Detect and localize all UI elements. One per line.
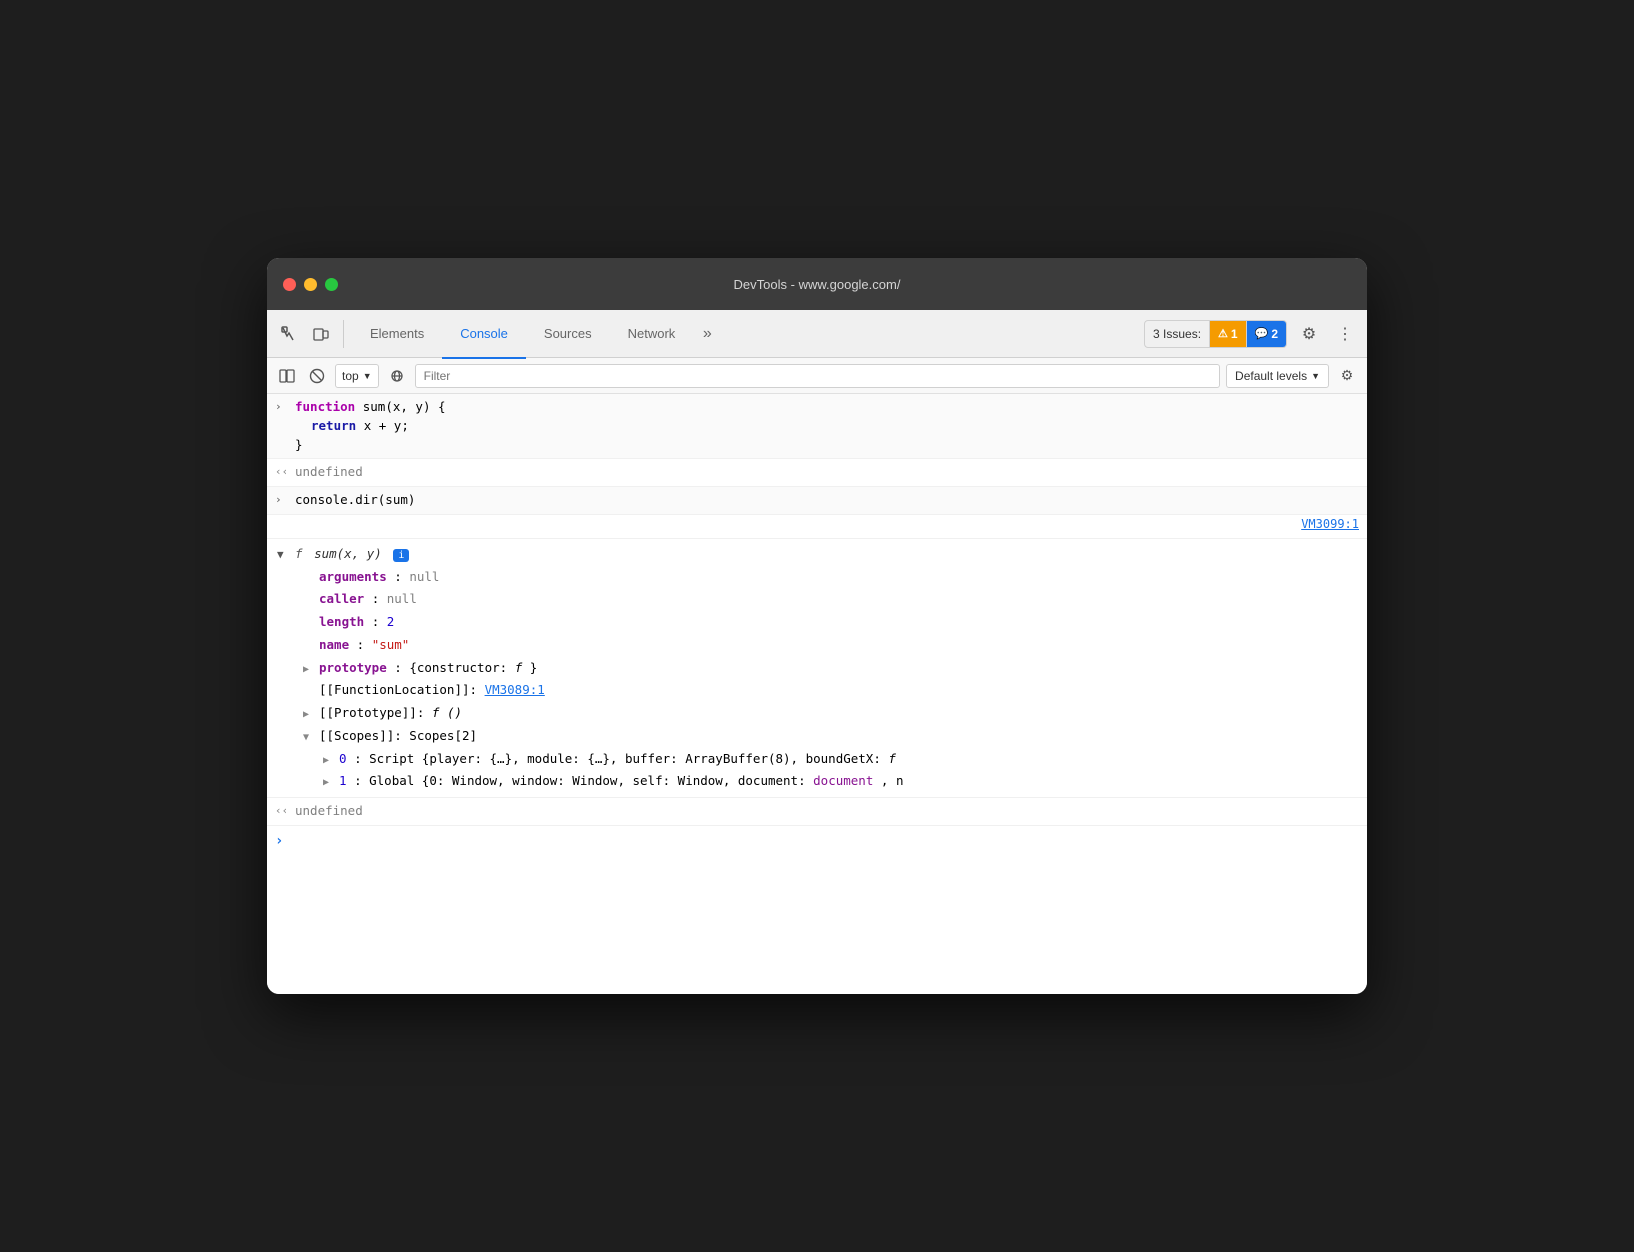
output-arrow-icon-2: ‹‹ [275,803,288,820]
console-prompt[interactable]: › [267,826,1367,838]
console-entry-undefined-2: ‹‹ undefined [267,798,1367,826]
maximize-button[interactable] [325,278,338,291]
console-entry-dir-input: › console.dir(sum) [267,487,1367,515]
live-expressions-button[interactable] [385,364,409,388]
function-code: function sum(x, y) { return x + y; } [295,398,1359,454]
msg-icon: 💬 [1255,327,1269,340]
dropdown-arrow-icon: ▼ [363,371,372,381]
scope-1-row: ▶ 1 : Global {0: Window, window: Window,… [267,770,1367,793]
levels-arrow-icon: ▼ [1311,371,1320,381]
function-object-entry: ▼ f sum(x, y) i arguments : null caller … [267,539,1367,798]
messages-count: 2 [1271,327,1278,341]
fn-signature: sum(x, y) [314,546,382,561]
fn-info-badge[interactable]: i [393,549,409,562]
console-dir-code: console.dir(sum) [295,492,415,507]
log-levels-dropdown[interactable]: Default levels ▼ [1226,364,1329,388]
more-tabs-button[interactable]: » [693,320,721,348]
devtools-window: DevTools - www.google.com/ Elements [267,258,1367,994]
close-button[interactable] [283,278,296,291]
tab-sources[interactable]: Sources [526,311,610,359]
vm3089-link[interactable]: VM3089:1 [485,682,545,697]
output-arrow-icon: ‹‹ [275,464,288,481]
more-options-button[interactable]: ⋮ [1331,320,1359,348]
fn-header-row: ▼ f sum(x, y) i [267,543,1367,566]
console-settings-button[interactable]: ⚙ [1335,364,1359,388]
issues-badge-group[interactable]: 3 Issues: ⚠ 1 💬 2 [1144,320,1287,348]
inspect-icon[interactable] [275,320,303,348]
window-title: DevTools - www.google.com/ [734,277,901,292]
console-entry-undefined-1: ‹‹ undefined [267,459,1367,487]
device-mode-icon[interactable] [307,320,335,348]
tab-network[interactable]: Network [610,311,694,359]
messages-badge: 💬 2 [1247,321,1286,347]
context-selector[interactable]: top ▼ [335,364,379,388]
sidebar-toggle-button[interactable] [275,364,299,388]
filter-input[interactable] [415,364,1220,388]
console-entry-function-input: › function sum(x, y) { return x + y; } [267,394,1367,459]
main-toolbar: Elements Console Sources Network » 3 Iss… [267,310,1367,358]
vm3099-link[interactable]: VM3099:1 [1301,515,1359,533]
toolbar-right: 3 Issues: ⚠ 1 💬 2 ⚙ ⋮ [1144,320,1359,348]
clear-console-button[interactable] [305,364,329,388]
expand-scope1-icon[interactable]: ▶ [323,775,329,790]
issues-label: 3 Issues: [1145,321,1210,347]
prop-caller-row: caller : null [267,588,1367,611]
prompt-arrow-icon: › [275,831,283,852]
prop-name-row: name : "sum" [267,634,1367,657]
tab-console[interactable]: Console [442,311,526,359]
warnings-count: 1 [1231,327,1238,341]
prop-scopes-row: ▼ [[Scopes]]: Scopes[2] [267,725,1367,748]
scope-0-row: ▶ 0 : Script {player: {…}, module: {…}, … [267,748,1367,771]
expand-proto-icon[interactable]: ▶ [303,707,309,722]
warn-icon: ⚠ [1218,327,1228,340]
settings-button[interactable]: ⚙ [1295,320,1323,348]
toolbar-icons [275,320,344,348]
console-toolbar: top ▼ Default levels ▼ ⚙ [267,358,1367,394]
prop-prototype2-row: ▶ [[Prototype]]: f () [267,702,1367,725]
fn-type-label: f [295,546,303,561]
minimize-button[interactable] [304,278,317,291]
prop-function-location-row: [[FunctionLocation]]: VM3089:1 [267,679,1367,702]
undefined-value-1: undefined [295,464,363,479]
input-arrow-icon: › [275,399,282,416]
prop-length-row: length : 2 [267,611,1367,634]
collapse-arrow-icon[interactable]: ▼ [277,547,284,564]
warnings-badge: ⚠ 1 [1210,321,1247,347]
input-arrow-icon-2: › [275,492,282,509]
prop-arguments-row: arguments : null [267,566,1367,589]
console-body: › function sum(x, y) { return x + y; } ‹… [267,394,1367,994]
expand-prototype-icon[interactable]: ▶ [303,662,309,677]
tab-elements[interactable]: Elements [352,311,442,359]
undefined-value-2: undefined [295,803,363,818]
tabs: Elements Console Sources Network » [352,310,1144,358]
traffic-lights [283,278,338,291]
title-bar: DevTools - www.google.com/ [267,258,1367,310]
prop-prototype-row: ▶ prototype : {constructor: f } [267,657,1367,680]
collapse-scopes-icon[interactable]: ▼ [303,730,309,745]
expand-scope0-icon[interactable]: ▶ [323,753,329,768]
vm-link-entry: VM3099:1 [267,515,1367,539]
